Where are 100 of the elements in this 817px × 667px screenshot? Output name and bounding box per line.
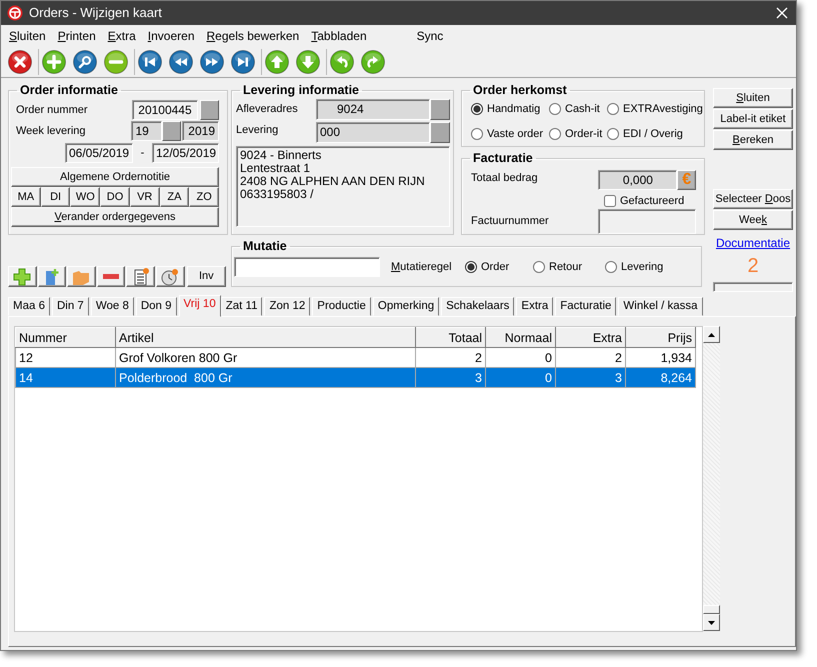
day-button[interactable]: DI [40,187,70,207]
rewind-icon[interactable] [169,50,193,74]
tab[interactable]: Opmerking [372,297,440,316]
year-field[interactable]: 2019 [182,121,219,141]
skip-end-icon[interactable] [231,50,255,74]
add-document-button[interactable] [38,266,66,287]
order-number-field[interactable]: 20100445 [132,100,198,120]
clock-icon [160,266,180,286]
menu-item[interactable]: Tabbladen [307,26,375,44]
menu-item[interactable]: Sluiten [5,26,54,44]
group-title: Order herkomst [472,83,568,97]
tab[interactable]: Vrij 10 [178,295,221,317]
menu-item[interactable]: Printen [54,26,104,44]
invoice-number-field[interactable] [598,208,696,234]
side-button[interactable]: Selecteer Doos [713,189,793,209]
remove-icon[interactable] [104,50,128,74]
tab[interactable]: Winkel / kassa [618,297,703,316]
date-field[interactable]: 12/05/2019 [152,143,219,163]
menu-item[interactable]: Invoeren [144,26,202,44]
radio-label: Order [481,260,510,275]
tab[interactable]: Maa 6 [8,297,50,316]
column-header[interactable]: Artikel [116,328,416,348]
tab[interactable]: Zon 12 [264,297,310,316]
minus-icon [103,274,120,279]
radio-button[interactable] [549,128,561,140]
date-field[interactable]: 06/05/2019 [65,143,133,163]
field-label: Mutatieregel [391,260,453,275]
day-button[interactable]: VR [130,187,160,207]
add-icon[interactable] [42,50,66,74]
documentation-link[interactable]: Documentatie [713,234,793,252]
skip-start-icon[interactable] [138,50,162,74]
tab[interactable]: Schakelaars [441,297,514,316]
fast-forward-icon[interactable] [200,50,224,74]
tab[interactable]: Din 7 [52,297,89,316]
column-header[interactable]: Prijs [626,328,696,348]
note-button[interactable]: Algemene Ordernotitie [11,167,219,187]
radio-button[interactable] [533,261,545,273]
radio-button[interactable] [465,261,477,273]
day-button[interactable]: WO [70,187,100,207]
tab[interactable]: Productie [312,297,371,316]
clock-button[interactable] [156,266,185,287]
column-header[interactable]: Normaal [486,328,556,348]
scroll-down-button[interactable] [703,614,720,631]
table-cell: Polderbrood 800 Gr [116,368,416,388]
radio-button[interactable] [605,261,617,273]
lookup-button[interactable] [162,121,181,141]
checkbox[interactable] [604,195,616,208]
checkbox-label: Gefactureerd [620,194,684,209]
column-header[interactable]: Extra [556,328,626,348]
folder-button[interactable] [67,266,96,287]
field-label: Order nummer [16,102,89,118]
tab[interactable]: Extra [516,297,554,316]
radio-button[interactable] [607,128,619,140]
week-field[interactable]: 19 [131,121,162,141]
table-row[interactable]: 14 Polderbrood 800 Gr 3 0 3 8,264 [16,368,696,388]
undo-icon[interactable] [330,50,354,74]
remove-button[interactable] [96,266,126,287]
radio-button[interactable] [549,103,561,116]
menu-item[interactable]: Extra [104,26,144,44]
list-button[interactable] [126,266,155,287]
tab[interactable]: Zat 11 [220,297,262,316]
radio-label: Cash-it [565,102,600,117]
field-label: Factuurnummer [471,214,550,229]
day-button[interactable]: MA [11,187,41,207]
change-order-button[interactable]: Verander ordergegevens [11,207,219,227]
mutation-input[interactable] [234,257,380,277]
lookup-button[interactable] [430,99,450,120]
close-icon[interactable] [8,50,32,74]
radio-button[interactable] [471,128,483,140]
day-button[interactable]: ZO [189,187,220,207]
arrow-up-icon[interactable] [265,50,289,74]
side-button[interactable]: Sluiten [713,88,793,108]
scroll-thumb[interactable] [703,605,720,614]
side-button[interactable]: Week [713,210,793,230]
tab[interactable]: Facturatie [555,297,616,316]
lookup-button[interactable] [430,122,450,143]
day-button[interactable]: DO [100,187,130,207]
column-header[interactable]: Totaal [416,328,486,348]
scroll-up-button[interactable] [703,326,720,343]
address-code-field[interactable]: 9024 [316,99,430,120]
scrollbar[interactable] [703,326,720,631]
tab[interactable]: Woe 8 [90,297,134,316]
side-button[interactable]: Label-it etiket [713,109,793,129]
field-label: Totaal bedrag [471,171,539,186]
day-button[interactable]: ZA [160,187,190,207]
radio-button[interactable] [471,103,483,116]
delivery-code-field[interactable]: 000 [316,122,430,143]
column-header[interactable]: Nummer [16,328,116,348]
tab[interactable]: Don 9 [136,297,177,316]
plus-icon [12,266,32,286]
lookup-button[interactable] [200,100,219,120]
menu-item[interactable]: Sync [412,26,452,44]
search-icon[interactable] [73,50,97,74]
add-button[interactable] [8,266,37,287]
side-button[interactable]: Bereken [713,130,793,150]
arrow-down-icon[interactable] [296,50,320,74]
radio-button[interactable] [607,103,619,116]
menu-item[interactable]: Regels bewerken [202,26,308,44]
redo-icon[interactable] [361,50,385,74]
inv-button[interactable]: Inv [186,266,226,287]
